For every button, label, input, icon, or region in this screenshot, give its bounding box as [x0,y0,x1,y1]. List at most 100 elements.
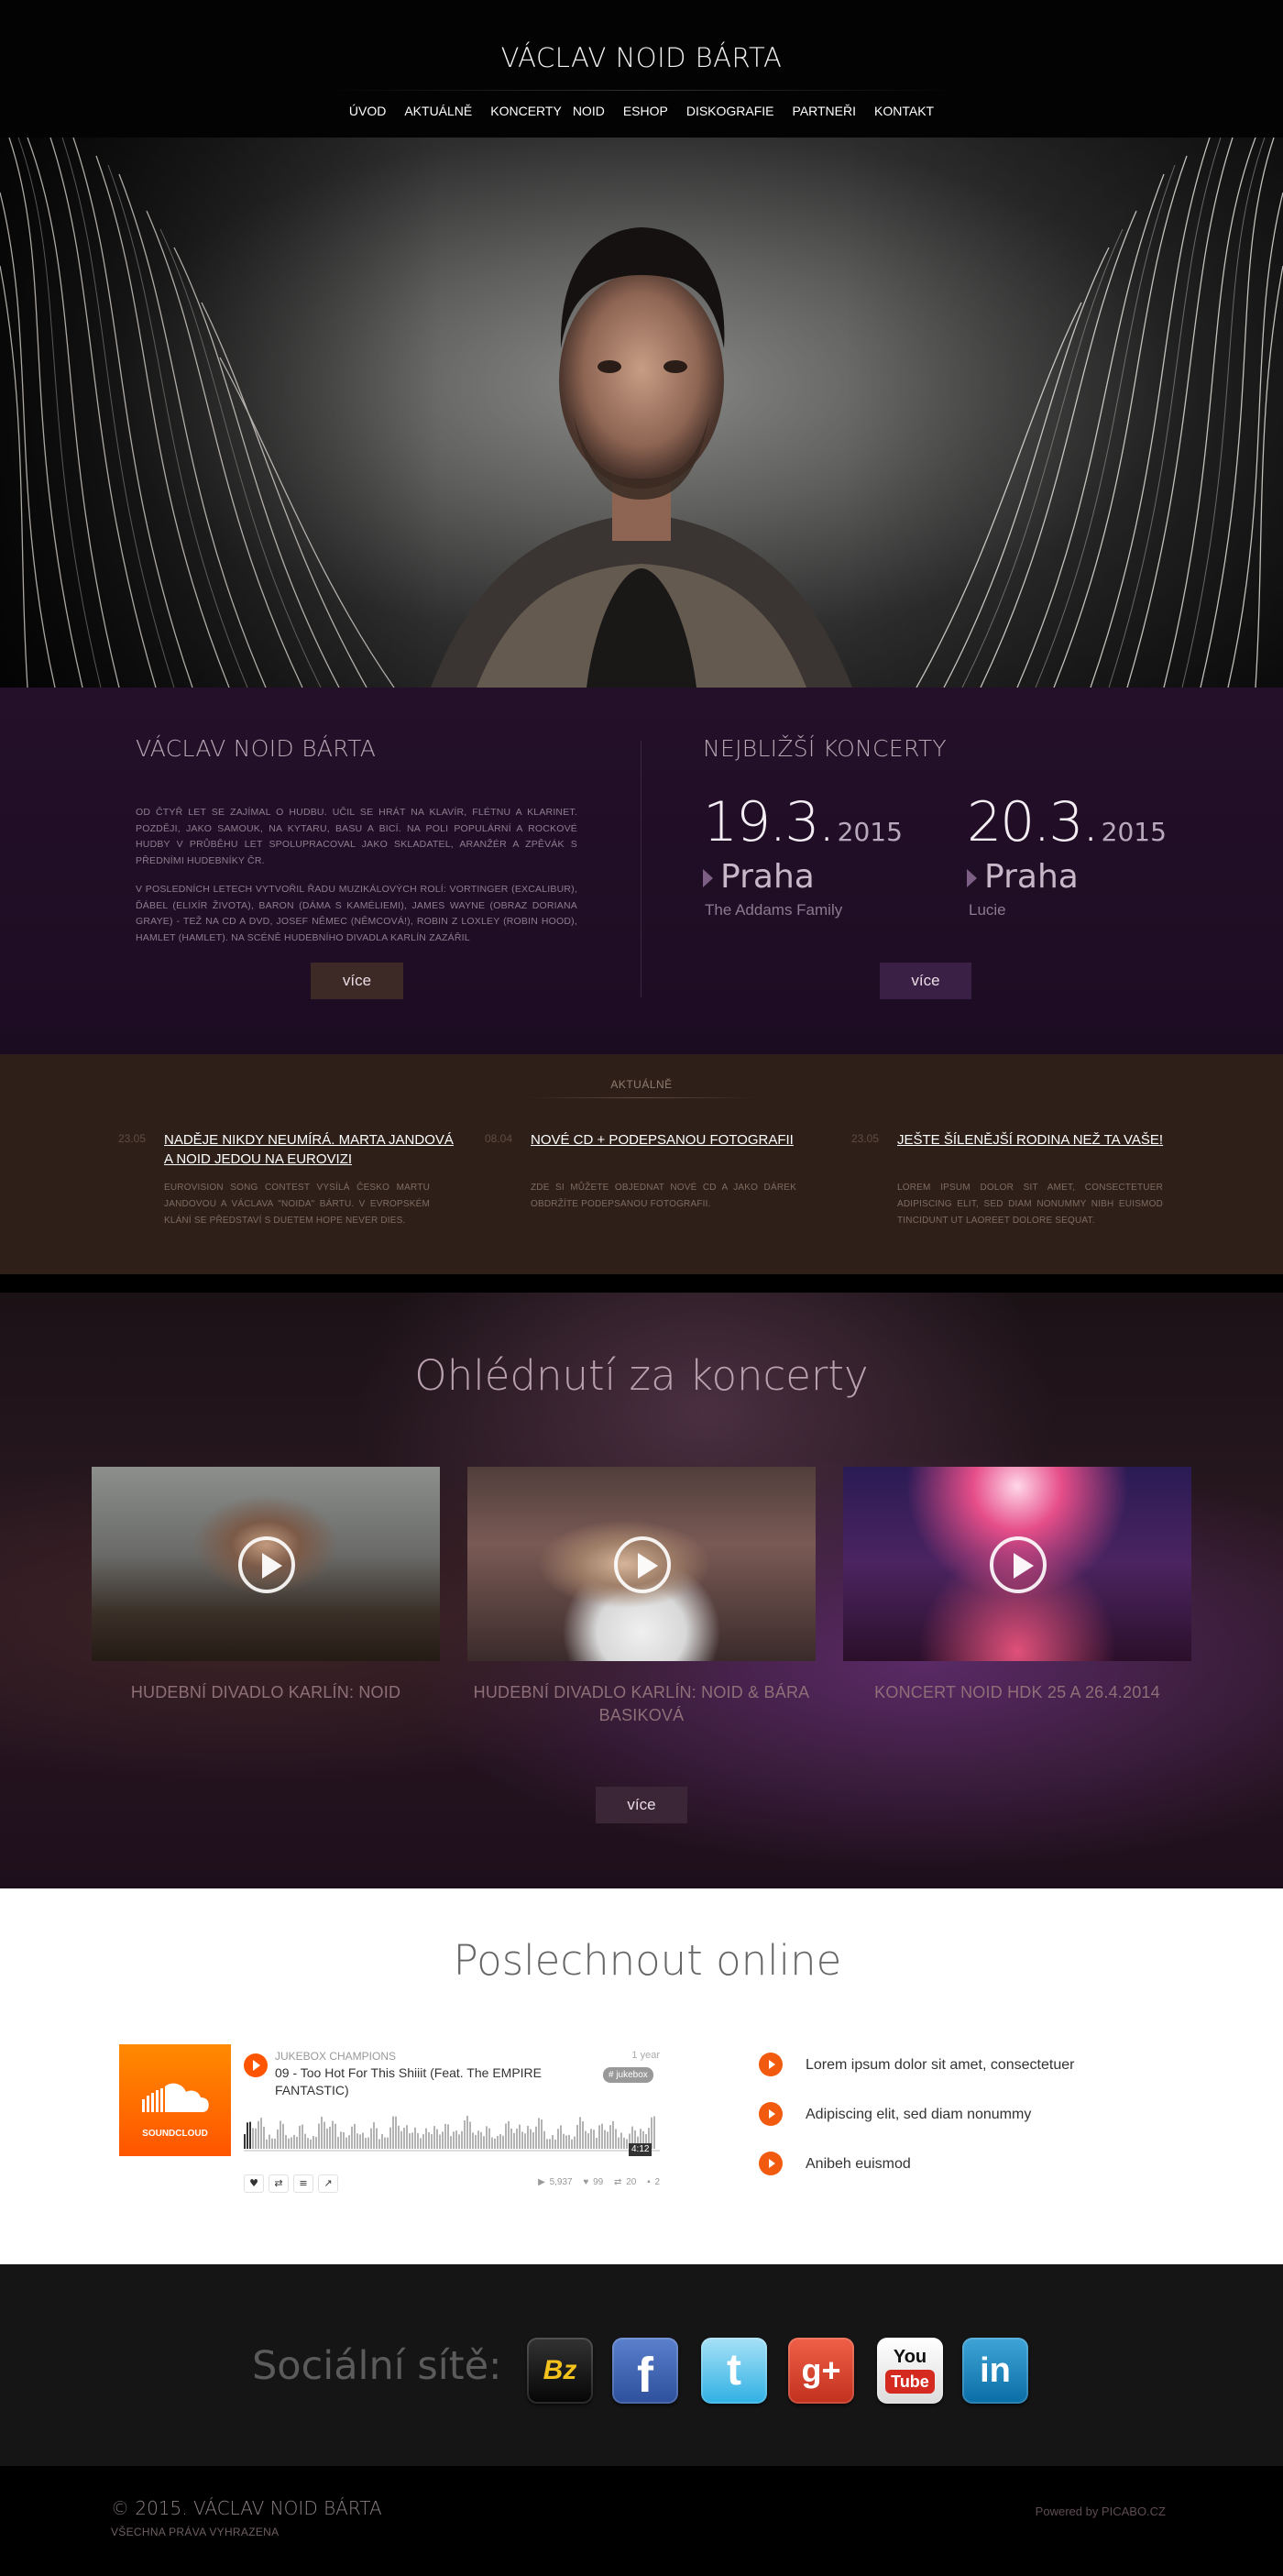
nav-item-kontakt[interactable]: KONTAKT [874,104,934,118]
waveform-bar [367,2137,369,2149]
waveform-bar [480,2131,482,2149]
waveform-bar [274,2138,276,2149]
concert-item[interactable]: 20.3. 2015 Praha Lucie [967,790,1187,919]
track-artist[interactable]: JUKEBOX CHAMPIONS [275,2050,396,2063]
waveform-bar [607,2131,609,2149]
waveform-bar [409,2133,411,2149]
nav-item-aktualne[interactable]: AKTUÁLNĚ [404,104,472,118]
waveform[interactable] [244,2116,660,2158]
waveform-bar [343,2131,345,2149]
waveform-bar [450,2136,452,2149]
nav-item-partneri[interactable]: PARTNEŘI [793,104,857,118]
video-caption[interactable]: KONCERT NOID HDK 25 A 26.4.2014 [843,1681,1191,1704]
waveform-bar [321,2117,323,2149]
waveform-bar [472,2132,474,2149]
nav-item-koncerty[interactable]: KONCERTY [490,104,562,118]
waveform-bar [587,2133,589,2149]
waveform-bar [318,2123,320,2149]
waveform-bar [313,2136,314,2149]
waveform-bar [304,2133,306,2149]
play-icon[interactable] [614,1536,671,1593]
repost-icon[interactable]: ⇄ [269,2174,289,2193]
waveform-bar [524,2133,526,2149]
twitter-icon[interactable]: t [701,2338,767,2404]
video-thumbnail[interactable] [843,1467,1191,1661]
bandzone-icon[interactable]: Bz [527,2338,593,2404]
track-tag[interactable]: # jukebox [603,2067,653,2083]
news-label: AKTUÁLNĚ [610,1078,673,1091]
news-label-divider [527,1097,756,1098]
waveform-bar [406,2125,408,2149]
waveform-bar [282,2123,284,2149]
add-to-playlist-icon[interactable]: ≡ [293,2174,313,2193]
waveform-bar [417,2132,419,2149]
feature-item: Anibeh euismod [759,2152,1199,2177]
waveform-bar [598,2125,600,2149]
video-thumbnail[interactable] [92,1467,440,1661]
track-title[interactable]: 09 - Too Hot For This Shiiit (Feat. The … [275,2064,605,2099]
concerts-heading: NEJBLIŽŠÍ KONCERTY [703,735,948,762]
powered-by-link[interactable]: Powered by PICABO.CZ [916,2504,1166,2518]
waveform-bar [579,2117,581,2149]
linkedin-icon[interactable]: in [962,2338,1028,2404]
waveform-bar [513,2132,515,2149]
nav-item-uvod[interactable]: ÚVOD [349,104,386,118]
intro-more-button[interactable]: více [311,963,403,999]
waveform-bar [395,2116,397,2149]
waveform-bar [387,2137,389,2149]
videos-more-button[interactable]: více [596,1787,687,1823]
waveform-bar [376,2128,378,2149]
nav-item-diskografie[interactable]: DISKOGRAFIE [686,104,774,118]
waveform-bar [307,2138,309,2149]
concert-year: 2015 [1101,817,1167,847]
google-plus-icon[interactable]: g+ [788,2338,854,2404]
play-button[interactable] [244,2053,268,2077]
soundcloud-artwork[interactable]: SOUNDCLOUD [119,2044,231,2156]
comments-count: 2 [654,2177,660,2187]
facebook-icon[interactable]: f [612,2338,678,2404]
nav-item-noid[interactable]: NOID [573,104,605,118]
arrow-circle-icon [759,2102,783,2126]
news-title-link[interactable]: NADĚJE NIKDY NEUMÍRÁ. MARTA JANDOVÁ A NO… [164,1130,457,1169]
waveform-bar [293,2134,295,2149]
waveform-bar [447,2124,449,2149]
like-icon[interactable]: ♥ [244,2174,264,2193]
soundcloud-icon [142,2083,209,2112]
waveform-bar [521,2131,523,2149]
video-thumbnail[interactable] [467,1467,816,1661]
arrow-right-icon [967,869,977,887]
waveform-bar [502,2135,504,2149]
waveform-bar [560,2125,562,2149]
play-icon[interactable] [990,1536,1047,1593]
hero-image [0,138,1283,688]
play-icon[interactable] [238,1536,295,1593]
waveform-bar [576,2124,578,2149]
concert-videos-section: Ohlédnutí za koncerty HUDEBNÍ DIVADLO KA… [0,1293,1283,1888]
waveform-bar [505,2123,507,2149]
footer-rights: VŠECHNA PRÁVA VYHRAZENA [111,2526,280,2538]
share-icon[interactable]: ↗ [318,2174,338,2193]
waveform-bar [585,2130,587,2149]
waveform-bar [546,2139,548,2149]
site-title[interactable]: VÁCLAV NOID BÁRTA [0,42,1283,73]
video-caption[interactable]: HUDEBNÍ DIVADLO KARLÍN: NOID & BÁRA BASI… [467,1681,816,1727]
waveform-bar [362,2132,364,2149]
waveform-bar [365,2138,367,2149]
waveform-bar [384,2137,386,2149]
site-header: VÁCLAV NOID BÁRTA ÚVOD AKTUÁLNĚ KONCERTY… [0,0,1283,138]
news-date: 08.04 [485,1132,513,1145]
waveform-bar [431,2134,433,2149]
waveform-bar [549,2139,551,2149]
youtube-icon[interactable]: You Tube [877,2338,943,2404]
nav-item-eshop[interactable]: ESHOP [623,104,668,118]
news-title-link[interactable]: JEŠTE ŠÍLENĚJŠÍ RODINA NEŽ TA VAŠE! [897,1130,1190,1150]
concerts-more-button[interactable]: více [880,963,971,999]
arrow-circle-icon [759,2152,783,2175]
concert-item[interactable]: 19.3. 2015 Praha The Addams Family [703,790,923,919]
video-caption[interactable]: HUDEBNÍ DIVADLO KARLÍN: NOID [92,1681,440,1704]
news-date: 23.05 [118,1132,147,1145]
news-title-link[interactable]: NOVÉ CD + PODEPSANOU FOTOGRAFII [531,1130,824,1150]
arrow-circle-icon [759,2053,783,2076]
footer-copyright: © 2015. VÁCLAV NOID BÁRTA [111,2497,382,2519]
waveform-bar [455,2130,457,2149]
